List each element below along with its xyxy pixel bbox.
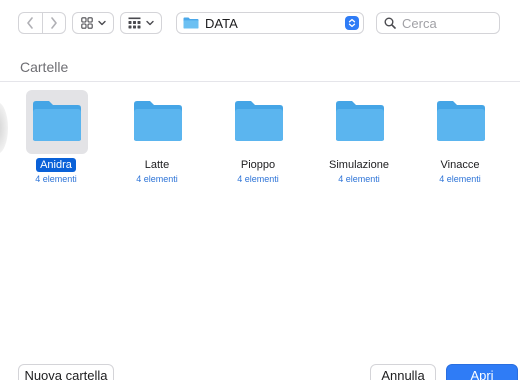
- folder-icon: [134, 101, 182, 141]
- grid-view-icon: [80, 17, 93, 29]
- navigation-buttons: [18, 12, 66, 34]
- open-file-dialog: DATA Cartelle Anidr: [0, 0, 520, 380]
- chevron-down-icon: [97, 20, 106, 26]
- folder-name: Pioppo: [240, 159, 276, 171]
- chevron-right-icon: [50, 17, 57, 29]
- folder-item-anidra[interactable]: Anidra 4 elementi: [6, 86, 106, 196]
- folder-icon: [336, 101, 384, 141]
- folder-item-pioppo[interactable]: Pioppo 4 elementi: [208, 86, 308, 196]
- folder-icon: [183, 17, 199, 29]
- folder-name: Vinacce: [440, 159, 480, 171]
- location-popup[interactable]: DATA: [176, 12, 364, 34]
- cancel-button[interactable]: Annulla: [370, 364, 436, 380]
- section-title: Cartelle: [20, 59, 69, 75]
- back-button[interactable]: [19, 13, 42, 33]
- folder-name: Anidra: [6, 158, 106, 172]
- new-folder-button[interactable]: Nuova cartella: [18, 364, 114, 380]
- folder-item-count: 4 elementi: [237, 174, 279, 184]
- chevron-left-icon: [27, 17, 34, 29]
- view-mode-button[interactable]: [72, 12, 114, 34]
- folder-item-count: 4 elementi: [136, 174, 178, 184]
- folder-icon: [235, 101, 283, 141]
- open-button[interactable]: Apri: [446, 364, 518, 380]
- location-label: DATA: [205, 15, 238, 31]
- folder-item-count: 4 elementi: [338, 174, 380, 184]
- group-by-button[interactable]: [120, 12, 162, 34]
- folder-icon: [437, 101, 485, 141]
- folder-item-count: 4 elementi: [439, 174, 481, 184]
- folder-item-vinacce[interactable]: Vinacce 4 elementi: [410, 86, 510, 196]
- chevron-down-icon: [146, 20, 154, 26]
- toolbar: DATA: [0, 0, 520, 48]
- search-input[interactable]: [402, 15, 492, 31]
- folder-item-count: 4 elementi: [35, 174, 77, 184]
- popup-stepper-icon: [345, 16, 359, 30]
- group-icon: [128, 17, 141, 29]
- forward-button[interactable]: [41, 13, 66, 33]
- folder-item-latte[interactable]: Latte 4 elementi: [107, 86, 207, 196]
- section-header: Cartelle: [0, 56, 520, 82]
- folder-item-simulazione[interactable]: Simulazione 4 elementi: [309, 86, 409, 196]
- folder-name: Latte: [144, 159, 170, 171]
- folder-icon: [33, 101, 81, 141]
- folder-name: Simulazione: [329, 159, 389, 171]
- search-icon: [384, 17, 396, 29]
- search-field[interactable]: [376, 12, 500, 34]
- folder-grid: Anidra 4 elementi Latte 4 elementi Piopp…: [0, 86, 520, 196]
